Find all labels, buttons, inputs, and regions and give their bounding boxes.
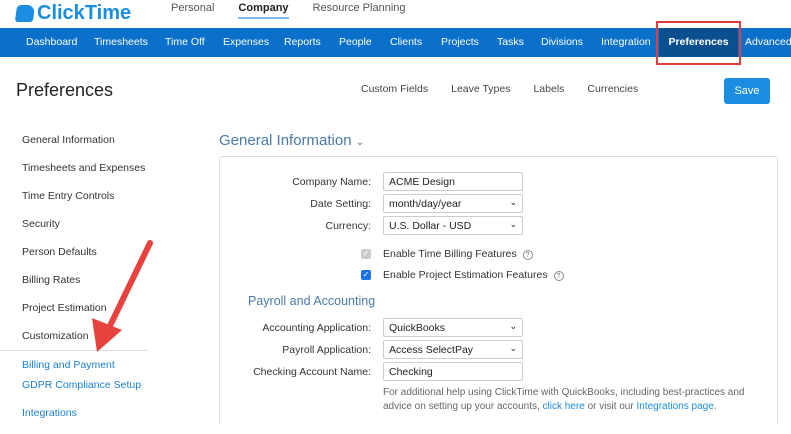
company-name-label: Company Name: [292, 176, 371, 188]
chevron-down-icon: ⌄ [355, 137, 365, 148]
chevron-down-icon: ⌄ [509, 197, 517, 207]
payroll-label: Payroll Application: [282, 344, 371, 356]
click-here-link[interactable]: click here [543, 401, 585, 412]
time-billing-checkbox[interactable]: ✓ [361, 249, 371, 259]
chevron-down-icon: ⌄ [509, 219, 517, 229]
help-note: For additional help using ClickTime with… [383, 387, 745, 412]
project-estimation-label: Enable Project Estimation Features [383, 269, 548, 281]
help-icon[interactable]: ? [553, 271, 564, 281]
help-icon[interactable]: ? [522, 250, 533, 260]
payroll-heading: Payroll and Accounting [248, 294, 376, 308]
chevron-down-icon: ⌄ [509, 321, 517, 331]
currency-select[interactable]: U.S. Dollar - USD ⌄ [383, 216, 523, 235]
payroll-select[interactable]: Access SelectPay ⌄ [383, 340, 523, 359]
project-estimation-checkbox[interactable]: ✓ [361, 270, 371, 280]
integrations-page-link[interactable]: Integrations page [636, 401, 713, 412]
checking-label: Checking Account Name: [253, 366, 371, 378]
general-info-panel: Company Name: ACME Design Date Setting: mo… [219, 156, 778, 424]
date-setting-label: Date Setting: [310, 198, 371, 210]
currency-label: Currency: [325, 220, 371, 232]
accounting-label: Accounting Application: [262, 322, 371, 334]
chevron-down-icon: ⌄ [509, 343, 517, 353]
accounting-select[interactable]: QuickBooks ⌄ [383, 318, 523, 337]
date-setting-select[interactable]: month/day/year ⌄ [383, 194, 523, 213]
checking-input[interactable]: Checking [383, 362, 523, 381]
company-name-input[interactable]: ACME Design [383, 172, 523, 191]
section-title[interactable]: General Information ⌄ [219, 132, 364, 149]
time-billing-label: Enable Time Billing Features [383, 248, 517, 260]
